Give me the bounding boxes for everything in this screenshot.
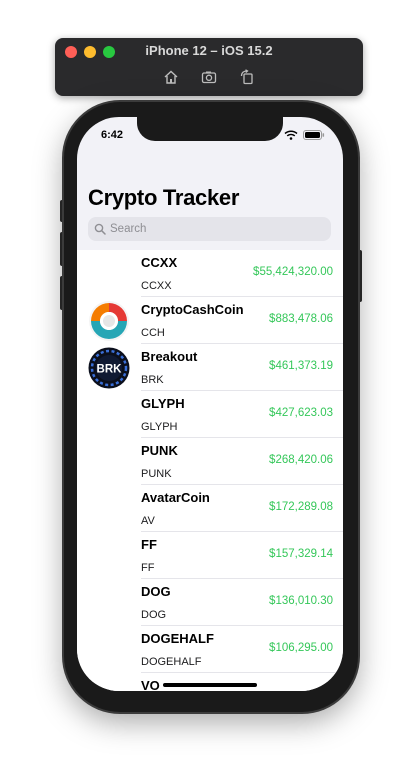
- coin-symbol: PUNK: [141, 468, 172, 480]
- coin-price: $883,478.06: [269, 313, 333, 325]
- status-time: 6:42: [101, 129, 124, 141]
- coin-symbol: CCXX: [141, 280, 172, 292]
- coin-name: PUNK: [141, 443, 178, 458]
- coin-name: DOG: [141, 584, 171, 599]
- coin-price: $106,295.00: [269, 642, 333, 654]
- rotate-icon[interactable]: [239, 69, 255, 85]
- coin-price: $136,010.30: [269, 595, 333, 607]
- coin-row-ff[interactable]: FF FF $157,329.14: [77, 532, 343, 579]
- coin-name: CCXX: [141, 255, 178, 270]
- coin-symbol: DOG: [141, 609, 167, 621]
- coin-symbol: CCH: [141, 327, 165, 339]
- simulator-title: iPhone 12 – iOS 15.2: [145, 43, 273, 58]
- coin-symbol: AV: [141, 515, 155, 527]
- wifi-icon: [284, 130, 298, 140]
- coin-row-cryptocashcoin[interactable]: CryptoCashCoin CCH $883,478.06: [77, 297, 343, 344]
- breakout-logo: BRK: [88, 347, 130, 389]
- coin-price: $427,623.03: [269, 407, 333, 419]
- coin-name: FF: [141, 537, 157, 552]
- coin-symbol: FF: [141, 562, 155, 574]
- coin-symbol: BRK: [141, 374, 164, 386]
- home-icon[interactable]: [163, 69, 179, 85]
- coin-symbol: GLYPH: [141, 421, 178, 433]
- coin-row-dog[interactable]: DOG DOG $136,010.30: [77, 579, 343, 626]
- power-button: [358, 250, 362, 302]
- coin-name: DOGEHALF: [141, 631, 214, 646]
- status-icons: [284, 130, 325, 140]
- coin-price: $461,373.19: [269, 360, 333, 372]
- coin-row-punk[interactable]: PUNK PUNK $268,420.06: [77, 438, 343, 485]
- home-indicator[interactable]: [163, 683, 257, 687]
- breakout-logo-text: BRK: [97, 364, 123, 376]
- coin-row-vo[interactable]: VO: [77, 673, 343, 691]
- coin-price: $268,420.06: [269, 454, 333, 466]
- coin-name: AvatarCoin: [141, 490, 210, 505]
- coin-price: $157,329.14: [269, 548, 333, 560]
- coin-row-glyph[interactable]: GLYPH GLYPH $427,623.03: [77, 391, 343, 438]
- simulator-title-bar: iPhone 12 – iOS 15.2: [55, 38, 363, 96]
- notch: [137, 117, 283, 141]
- coin-row-ccxx[interactable]: CCXX CCXX $55,424,320.00: [77, 250, 343, 297]
- coin-name: GLYPH: [141, 396, 185, 411]
- phone-screen: 6:42 Crypto Tracker CCXX CCXX $55,424,32…: [77, 117, 343, 691]
- coin-row-dogehalf[interactable]: DOGEHALF DOGEHALF $106,295.00: [77, 626, 343, 673]
- battery-icon: [303, 130, 325, 140]
- coin-symbol: DOGEHALF: [141, 656, 202, 668]
- page-title: Crypto Tracker: [88, 185, 240, 210]
- search-bar[interactable]: [88, 217, 331, 241]
- coin-price: $55,424,320.00: [253, 266, 333, 278]
- search-input[interactable]: [110, 223, 310, 235]
- screenshot-icon[interactable]: [201, 69, 217, 85]
- coin-name: VO: [141, 678, 160, 691]
- cryptocashcoin-logo: [89, 301, 129, 341]
- search-icon: [94, 223, 106, 235]
- coin-price: $172,289.08: [269, 501, 333, 513]
- coin-row-breakout[interactable]: BRK Breakout BRK $461,373.19: [77, 344, 343, 391]
- coin-list[interactable]: CCXX CCXX $55,424,320.00 CryptoCashCoin …: [77, 250, 343, 691]
- coin-row-avatarcoin[interactable]: AvatarCoin AV $172,289.08: [77, 485, 343, 532]
- coin-name: Breakout: [141, 349, 198, 364]
- coin-name: CryptoCashCoin: [141, 302, 244, 317]
